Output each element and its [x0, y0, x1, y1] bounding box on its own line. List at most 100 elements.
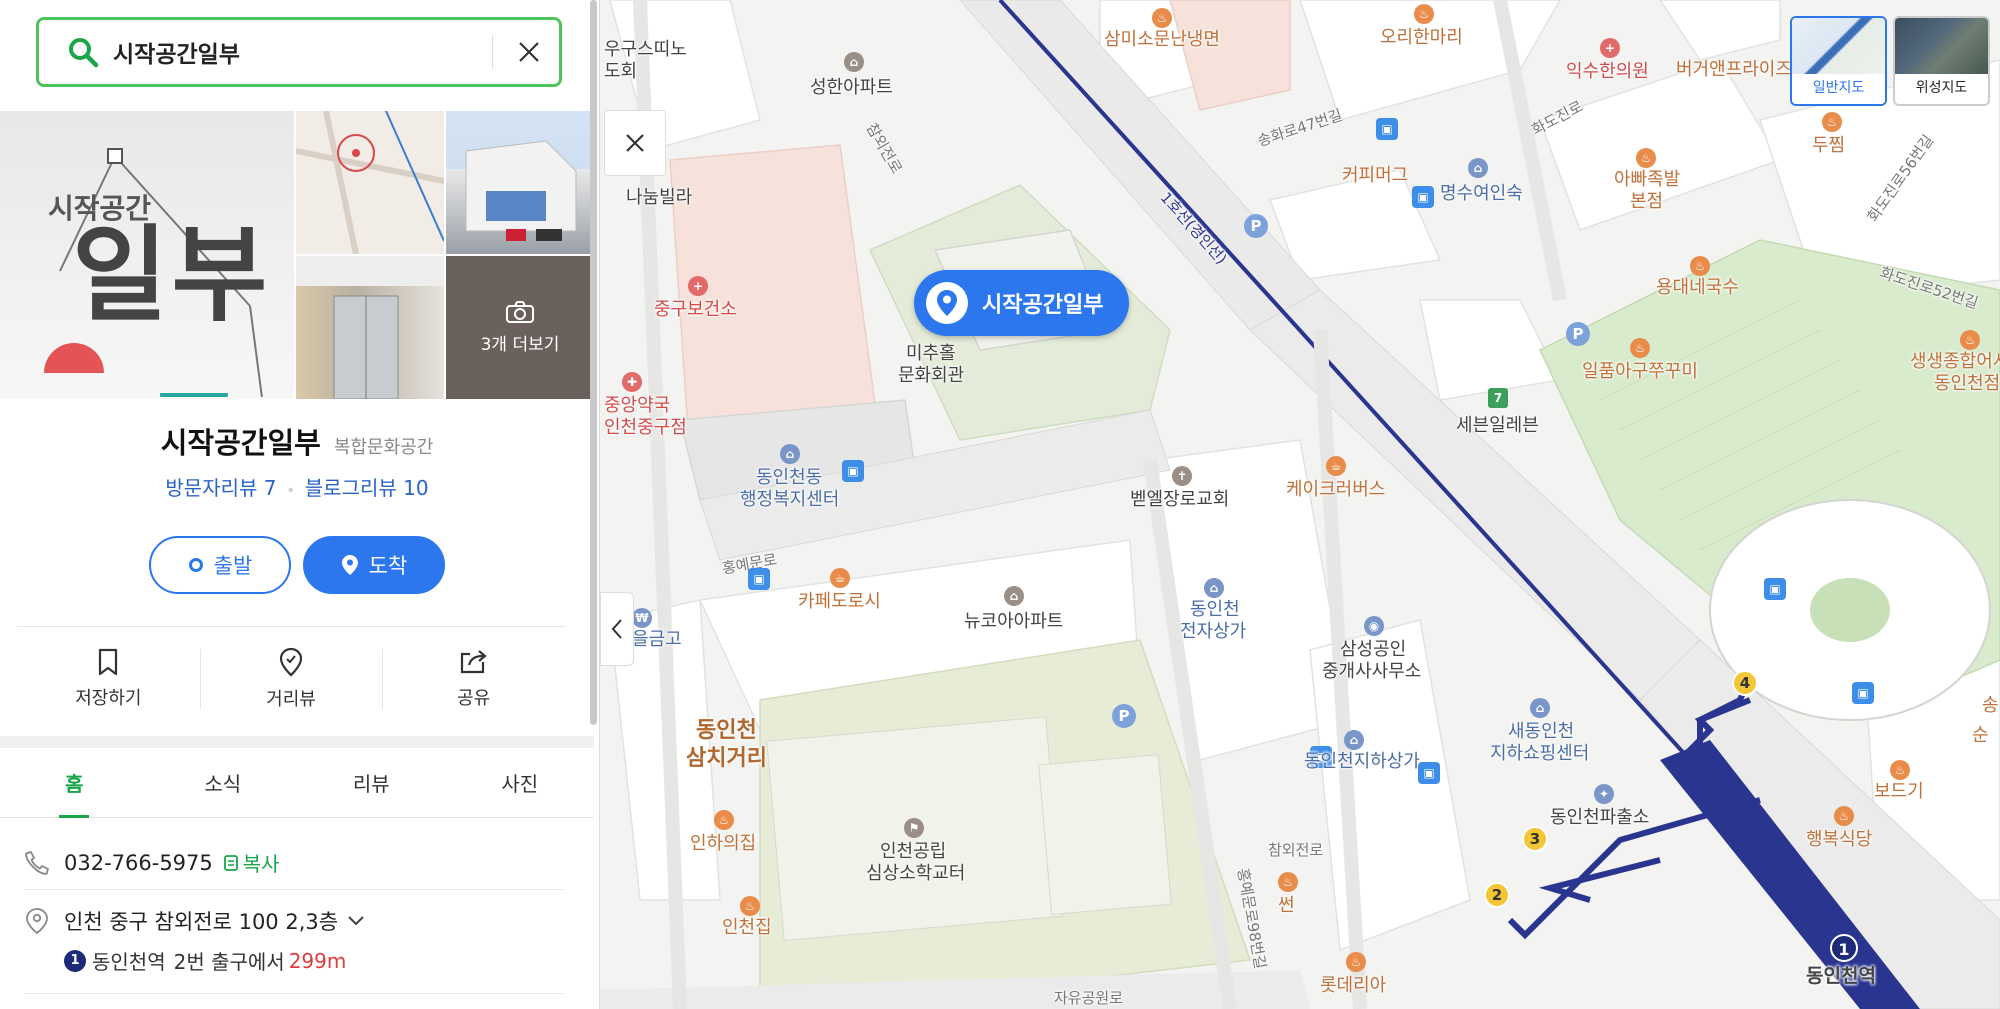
parking-icon[interactable]: P: [1566, 322, 1590, 346]
cafe-icon[interactable]: ☕: [830, 568, 850, 588]
map-label[interactable]: 동인천: [1190, 599, 1240, 621]
map-label[interactable]: 전자상가: [1180, 621, 1246, 643]
map-label[interactable]: 용대네국수: [1656, 277, 1739, 299]
selected-place-marker[interactable]: 시작공간일부: [914, 270, 1130, 336]
map-label[interactable]: 중개사사무소: [1322, 661, 1421, 683]
map-label[interactable]: 우구스띠노: [604, 39, 687, 61]
map-label[interactable]: 나눔빌라: [626, 187, 692, 209]
restaurant-icon[interactable]: ♨: [1890, 760, 1910, 780]
map-label[interactable]: 중구보건소: [654, 299, 737, 321]
address-text[interactable]: 인천 중구 참외전로 100 2,3층: [64, 906, 338, 936]
map-label[interactable]: 삼미소문난냉면: [1104, 29, 1220, 51]
bank-icon[interactable]: ₩: [632, 608, 652, 628]
tab-reviews[interactable]: 리뷰: [297, 748, 446, 817]
search-input[interactable]: [113, 39, 486, 65]
map-label[interactable]: 인천중구점: [604, 417, 687, 439]
share-button[interactable]: 공유: [382, 627, 565, 730]
save-button[interactable]: 저장하기: [17, 627, 200, 730]
map-label[interactable]: 인천공립: [880, 841, 946, 863]
map-label[interactable]: 삼성공인: [1340, 639, 1406, 661]
photo-entrance[interactable]: [296, 256, 444, 399]
map-label[interactable]: 명수여인숙: [1440, 183, 1523, 205]
restaurant-icon[interactable]: ♨: [1690, 256, 1710, 276]
more-photos-button[interactable]: 3개 더보기: [446, 256, 594, 399]
map-label[interactable]: 지하쇼핑센터: [1490, 743, 1589, 765]
map-label[interactable]: 케이크러버스: [1286, 479, 1385, 501]
subway-exit-4[interactable]: 4: [1732, 670, 1758, 696]
address-expand-button[interactable]: [346, 914, 366, 928]
map-label[interactable]: 본점: [1630, 191, 1663, 213]
map-label[interactable]: 동인천동: [756, 467, 822, 489]
bus-stop-icon[interactable]: ▣: [1418, 762, 1440, 784]
blog-review-link[interactable]: 블로그리뷰 10: [305, 476, 429, 500]
map-label[interactable]: 아빠족발: [1614, 169, 1680, 191]
tab-home[interactable]: 홈: [0, 748, 149, 818]
parking-icon[interactable]: P: [1112, 704, 1136, 728]
station-label[interactable]: 동인천역: [1806, 965, 1876, 988]
restaurant-icon[interactable]: ♨: [1822, 112, 1842, 132]
shopping-icon[interactable]: ⌂: [1344, 730, 1364, 750]
restaurant-icon[interactable]: ♨: [714, 810, 734, 830]
landmark-icon[interactable]: ⚑: [904, 818, 924, 838]
restaurant-icon[interactable]: ♨: [1834, 806, 1854, 826]
office-icon[interactable]: ◉: [1364, 616, 1384, 636]
map-label[interactable]: 행복식당: [1806, 829, 1872, 851]
map-label[interactable]: 커피머그: [1342, 165, 1408, 187]
restaurant-icon[interactable]: ♨: [740, 896, 760, 916]
bus-stop-icon[interactable]: ▣: [1764, 578, 1786, 600]
restaurant-icon[interactable]: ♨: [1636, 148, 1656, 168]
police-icon[interactable]: ✦: [1594, 784, 1614, 804]
map-label[interactable]: 심상소학교터: [866, 863, 965, 885]
map-label[interactable]: 일품아구쭈꾸미: [1582, 361, 1698, 383]
map-label[interactable]: 도회: [604, 61, 637, 83]
map-label[interactable]: 보드기: [1874, 781, 1924, 803]
bus-stop-icon[interactable]: ▣: [842, 460, 864, 482]
bus-stop-icon[interactable]: ▣: [1376, 118, 1398, 140]
subway-exit-2[interactable]: 2: [1484, 882, 1510, 908]
restaurant-icon[interactable]: ♨: [1278, 872, 1298, 892]
map-label[interactable]: 뉴코아아파트: [964, 611, 1063, 633]
map-label[interactable]: 동인천파출소: [1550, 807, 1649, 829]
map-label[interactable]: 중앙약국: [604, 395, 670, 417]
map-label[interactable]: 벧엘장로교회: [1130, 489, 1229, 511]
depart-button[interactable]: 출발: [149, 536, 291, 594]
visitor-review-link[interactable]: 방문자리뷰 7: [165, 476, 276, 500]
shopping-icon[interactable]: ⌂: [1530, 698, 1550, 718]
map-type-normal-button[interactable]: 일반지도: [1790, 16, 1887, 106]
map-label[interactable]: 인천집: [722, 917, 772, 939]
bus-stop-icon[interactable]: ▣: [748, 568, 770, 590]
arrive-button[interactable]: 도착: [303, 536, 445, 594]
map-label[interactable]: 생생종합어시: [1910, 351, 2000, 373]
map-label[interactable]: 버거앤프라이즈: [1676, 59, 1792, 81]
map-label[interactable]: 카페도로시: [798, 591, 881, 613]
map-label[interactable]: 행정복지센터: [740, 489, 839, 511]
map-label[interactable]: 성한아파트: [810, 77, 893, 99]
restaurant-icon[interactable]: ♨: [1414, 4, 1434, 24]
bus-stop-icon[interactable]: ▣: [1852, 682, 1874, 704]
area-label[interactable]: 동인천: [696, 718, 757, 743]
church-icon[interactable]: ✝: [1172, 466, 1192, 486]
bus-stop-icon[interactable]: ▣: [1412, 186, 1434, 208]
restaurant-icon[interactable]: ♨: [1630, 338, 1650, 358]
photo-map-image[interactable]: [296, 111, 444, 254]
street-view-button[interactable]: 거리뷰: [199, 627, 383, 730]
station-name[interactable]: 동인천역: [92, 946, 166, 975]
building-icon[interactable]: ⌂: [1004, 586, 1024, 606]
map-label[interactable]: 오리한마리: [1380, 27, 1463, 49]
photo-building[interactable]: [446, 111, 594, 254]
map-label[interactable]: 인하의집: [690, 833, 756, 855]
hospital-icon[interactable]: +: [688, 276, 708, 296]
subway-line-badge[interactable]: 1: [1830, 934, 1858, 962]
map-label[interactable]: 미추홀: [906, 343, 956, 365]
restaurant-icon[interactable]: ♨: [1960, 330, 1980, 350]
convenience-store-icon[interactable]: 7: [1488, 388, 1508, 408]
hospital-icon[interactable]: +: [1600, 38, 1620, 58]
map-label[interactable]: 순: [1972, 725, 1989, 747]
restaurant-icon[interactable]: ♨: [1346, 952, 1366, 972]
map-label[interactable]: 두찜: [1812, 135, 1845, 157]
parking-icon[interactable]: P: [1244, 214, 1268, 238]
government-icon[interactable]: ⌂: [780, 444, 800, 464]
cafe-icon[interactable]: ☕: [1326, 456, 1346, 476]
close-detail-button[interactable]: [604, 110, 666, 176]
panel-scrollbar[interactable]: [590, 0, 597, 725]
